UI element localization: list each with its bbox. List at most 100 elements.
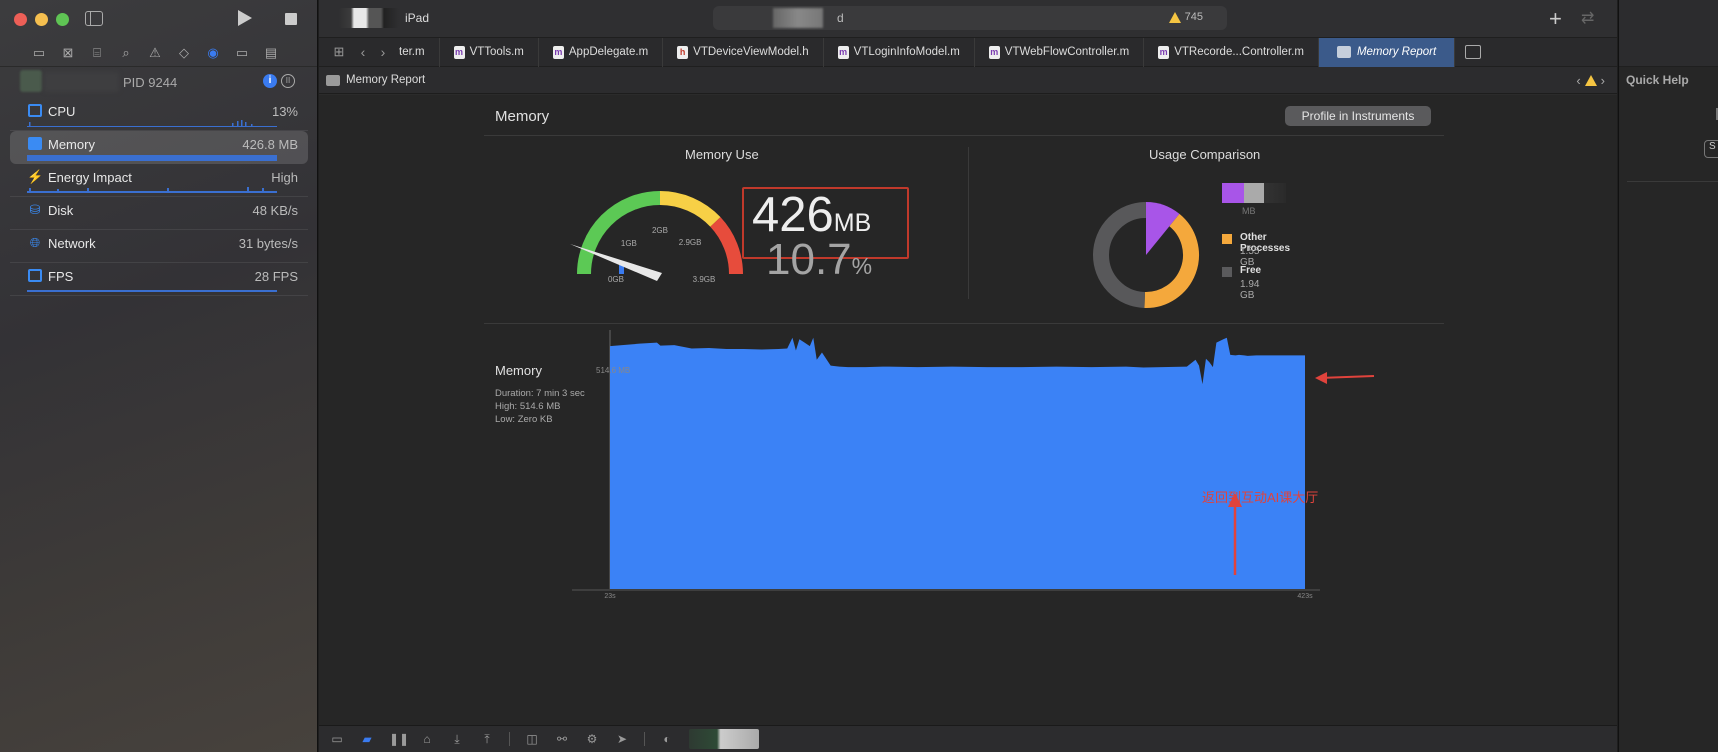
- breakpoint-icon[interactable]: ▭: [233, 44, 251, 62]
- jump-bar-label[interactable]: Memory Report: [346, 74, 425, 86]
- environment-icon[interactable]: ⚙: [584, 732, 600, 746]
- tab-file[interactable]: ter.m: [393, 37, 440, 67]
- gauge-segment-1: [659, 191, 721, 227]
- memory-percent: 10.7%: [766, 235, 872, 285]
- memory-graph-icon[interactable]: ⚯: [554, 732, 570, 746]
- gauge-label: FPS: [48, 269, 74, 284]
- stop-button[interactable]: [285, 13, 297, 25]
- inspector-header: [1619, 0, 1718, 67]
- gauge-memory[interactable]: Memory 426.8 MB: [10, 131, 308, 164]
- jump-bar: Memory Report ‹ ›: [319, 67, 1617, 94]
- pause-icon[interactable]: ❚❚: [389, 732, 409, 746]
- warning-icon[interactable]: ⚠: [146, 44, 164, 62]
- tab-label: ter.m: [399, 46, 425, 58]
- inspector-button[interactable]: S: [1704, 140, 1718, 158]
- fps-icon: [27, 269, 43, 283]
- view-hierarchy-icon[interactable]: ◫: [524, 732, 540, 746]
- breakpoints-icon[interactable]: ▰: [359, 732, 375, 746]
- cpu-sparkline: [27, 120, 277, 127]
- gauge-value: High: [271, 170, 298, 185]
- close-button[interactable]: [14, 13, 27, 26]
- app-icon: [20, 70, 42, 92]
- search-icon[interactable]: ⌕: [117, 44, 135, 62]
- activity-status[interactable]: d 745: [713, 6, 1227, 30]
- console-toggle-icon[interactable]: ▭: [329, 732, 345, 746]
- issue-nav: ‹ ›: [1576, 73, 1605, 88]
- gauge-value: 28 FPS: [254, 269, 298, 284]
- tab-file[interactable]: m VTLoginInfoModel.m: [824, 37, 975, 67]
- tab-file[interactable]: m VTWebFlowController.m: [975, 37, 1145, 67]
- symbol-icon[interactable]: ⌸: [88, 44, 106, 62]
- zoom-button[interactable]: [56, 13, 69, 26]
- step-over-icon[interactable]: ⌂: [419, 732, 435, 746]
- test-icon[interactable]: ◇: [175, 44, 193, 62]
- pause-process-icon[interactable]: II: [281, 74, 295, 88]
- objc-file-icon: m: [988, 45, 1000, 59]
- location-icon[interactable]: ➤: [614, 732, 630, 746]
- x-tick-label: 423s: [1297, 593, 1313, 600]
- tab-label: VTWebFlowController.m: [1004, 46, 1130, 58]
- scheme-selector[interactable]: iPad: [339, 7, 429, 29]
- debug-navigator: ▭ ⊠ ⌸ ⌕ ⚠ ◇ ◉ ▭ ▤ PID 9244 i II CPU 13%: [0, 0, 318, 752]
- gauge-network[interactable]: 🌐︎ Network 31 bytes/s: [10, 230, 308, 263]
- chart-title: Memory: [495, 363, 542, 378]
- info-icon[interactable]: i: [263, 74, 277, 88]
- chart-stats: Duration: 7 min 3 sec High: 514.6 MB Low…: [495, 387, 585, 426]
- tab-bar: ⊞ ‹ › ter.m m VTTools.m m AppDelegate.m hV…: [319, 37, 1617, 67]
- gauge-disk[interactable]: ⛁ Disk 48 KB/s: [10, 197, 308, 230]
- percent-unit: %: [851, 253, 873, 279]
- back-icon[interactable]: ‹: [353, 44, 373, 60]
- step-out-icon[interactable]: ⤒: [479, 732, 495, 747]
- annotation-text: 返回到互动AI课大厅: [1202, 490, 1319, 505]
- window-controls: [14, 13, 69, 26]
- step-into-icon[interactable]: ⤓: [449, 732, 465, 747]
- navigator-tabs: ▭ ⊠ ⌸ ⌕ ⚠ ◇ ◉ ▭ ▤: [30, 44, 280, 62]
- divider: [1627, 181, 1718, 182]
- minimize-button[interactable]: [35, 13, 48, 26]
- grid-icon[interactable]: ⊞: [325, 44, 353, 60]
- add-button[interactable]: +: [1549, 6, 1562, 32]
- process-row[interactable]: PID 9244 i II: [18, 70, 299, 92]
- source-control-icon[interactable]: ⊠: [59, 44, 77, 62]
- tab-label: VTLoginInfoModel.m: [853, 46, 960, 58]
- objc-file-icon: m: [1158, 45, 1170, 59]
- debug-icon[interactable]: ◉: [204, 44, 222, 62]
- gauge-value: 31 bytes/s: [238, 236, 298, 251]
- swap-icon[interactable]: ⇄: [1581, 8, 1594, 28]
- sidebar-toggle-icon[interactable]: [85, 11, 103, 26]
- gauge-value: 426.8 MB: [242, 137, 298, 152]
- legend-value: 1.94 GB: [1240, 279, 1260, 301]
- forward-icon[interactable]: ›: [373, 44, 393, 60]
- add-editor-icon[interactable]: [1465, 45, 1482, 59]
- gauge-tick-label: 2.9GB: [679, 238, 702, 247]
- run-button[interactable]: [238, 10, 252, 26]
- gauge-energy[interactable]: ⚡ Energy Impact High: [10, 164, 308, 197]
- gauge-fps[interactable]: FPS 28 FPS: [10, 263, 308, 296]
- gpu-icon[interactable]: ◐: [659, 732, 675, 746]
- scheme-name-redacted: [339, 8, 399, 28]
- next-issue-icon[interactable]: ›: [1601, 73, 1605, 88]
- report-icon[interactable]: ▤: [262, 44, 280, 62]
- warnings-badge[interactable]: 745: [1168, 11, 1203, 23]
- tab-file[interactable]: h VTDeviceViewModel.h: [663, 37, 824, 67]
- gauge-cpu[interactable]: CPU 13%: [10, 98, 308, 131]
- prev-issue-icon[interactable]: ‹: [1576, 73, 1580, 88]
- gauge-tick-label: 3.9GB: [693, 275, 716, 284]
- memory-sparkline: [27, 155, 277, 161]
- memory-chip-icon: [326, 75, 340, 86]
- gauge-tick-label: 0GB: [608, 275, 624, 284]
- tab-memory-report[interactable]: Memory Report: [1318, 37, 1456, 67]
- tab-file[interactable]: m AppDelegate.m: [539, 37, 664, 67]
- energy-icon: ⚡: [27, 169, 44, 184]
- tab-file[interactable]: m VTTools.m: [440, 37, 539, 67]
- arrow-line: [1318, 375, 1375, 379]
- tab-file[interactable]: m VTRecorde...Controller.m: [1144, 37, 1319, 67]
- memory-area: [610, 337, 1305, 589]
- gauge-label: Disk: [48, 203, 74, 218]
- divider: [644, 732, 645, 746]
- gauge-label: Energy Impact: [48, 170, 132, 185]
- folder-icon[interactable]: ▭: [30, 44, 48, 62]
- legend-swatch: [1222, 234, 1232, 244]
- stat-low: Low: Zero KB: [495, 414, 553, 425]
- app-legend-redacted: [1222, 183, 1286, 203]
